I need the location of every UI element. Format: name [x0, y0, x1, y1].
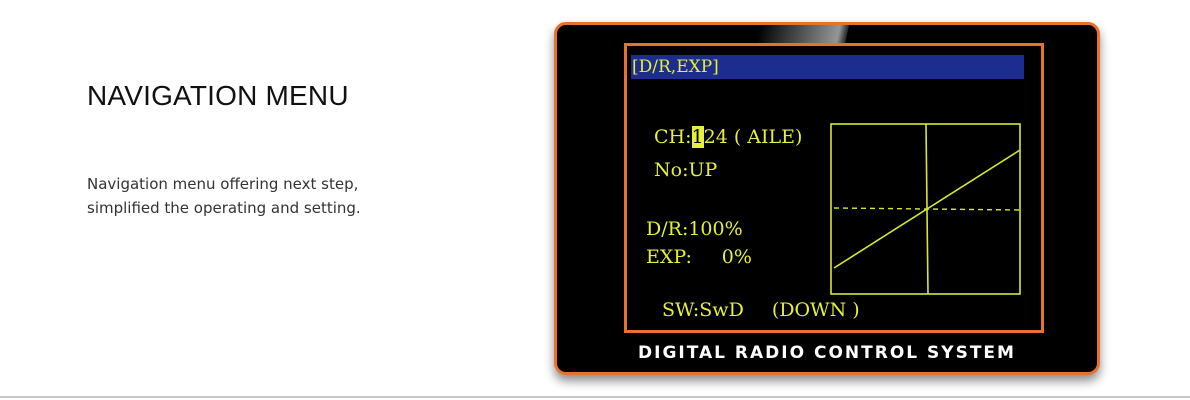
curve-graph	[830, 123, 1021, 295]
brand-label: DIGITAL RADIO CONTROL SYSTEM	[638, 343, 1016, 363]
feature-title: NAVIGATION MENU	[87, 80, 349, 111]
feature-description-line-1: Navigation menu offering next step,	[87, 175, 359, 193]
lcd-screen: [D/R,EXP] CH:124 ( AILE) No:UP D/R:100% …	[624, 43, 1044, 333]
switch-row[interactable]: SW:SwD (DOWN )	[662, 299, 860, 321]
no-row[interactable]: No:UP	[654, 159, 717, 181]
feature-description: Navigation menu offering next step, simp…	[87, 172, 417, 220]
feature-description-line-2: simplified the operating and setting.	[87, 199, 361, 217]
screen-header: [D/R,EXP]	[631, 55, 1024, 79]
dr-row[interactable]: D/R:100%	[646, 218, 743, 240]
channel-cursor[interactable]: 1	[691, 126, 704, 148]
channel-label: CH:	[654, 126, 692, 148]
exp-label: EXP:	[646, 246, 692, 268]
switch-state: (DOWN )	[771, 299, 860, 321]
switch-label: SW:SwD	[662, 299, 744, 321]
channel-row: CH:124 ( AILE)	[654, 126, 802, 148]
exp-row[interactable]: EXP: 0%	[646, 246, 752, 268]
exp-value: 0%	[721, 246, 752, 268]
screen-glare	[754, 25, 850, 45]
channel-value: 24 ( AILE)	[703, 126, 803, 148]
bottom-divider	[0, 396, 1190, 398]
transmitter-display-photo: [D/R,EXP] CH:124 ( AILE) No:UP D/R:100% …	[554, 22, 1100, 375]
